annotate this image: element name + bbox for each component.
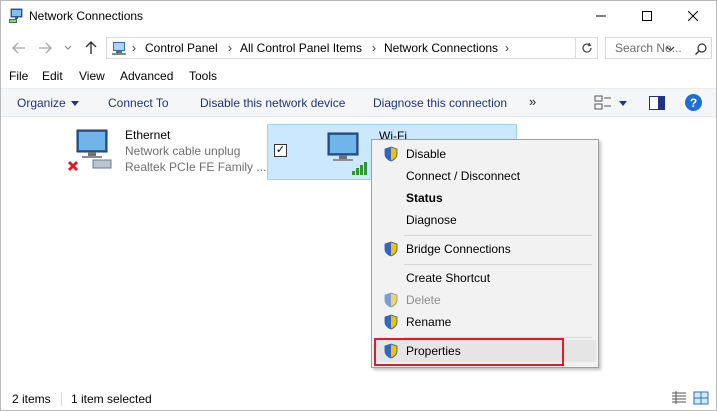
- recent-locations-button[interactable]: [61, 38, 75, 58]
- maximize-icon: [642, 11, 652, 21]
- forward-arrow-icon: [39, 42, 52, 54]
- status-bar: 2 items 1 item selected: [1, 385, 716, 410]
- back-arrow-icon: [12, 42, 25, 54]
- up-arrow-icon: [85, 41, 97, 54]
- menu-tools[interactable]: Tools: [189, 69, 217, 83]
- dropdown-arrow-icon: [70, 101, 79, 107]
- context-menu-label: Disable: [406, 147, 447, 161]
- menu-advanced[interactable]: Advanced: [120, 69, 173, 83]
- connection-status: Network cable unplug: [125, 144, 241, 158]
- maximize-button[interactable]: [624, 1, 670, 31]
- diagnose-connection-button[interactable]: Diagnose this connection: [373, 96, 507, 110]
- change-view-icon[interactable]: [594, 95, 612, 111]
- chevron-down-icon: [64, 45, 72, 50]
- uac-shield-icon: [384, 146, 398, 162]
- window-title: Network Connections: [29, 9, 144, 23]
- context-menu-label: Bridge Connections: [406, 242, 511, 256]
- context-menu-disable[interactable]: Disable: [374, 143, 596, 165]
- search-placeholder: Search Ne...: [615, 41, 682, 55]
- command-bar: Organize Connect To Disable this network…: [1, 88, 716, 117]
- context-menu-label: Connect / Disconnect: [406, 169, 521, 183]
- details-view-icon[interactable]: [671, 391, 687, 405]
- minimize-button[interactable]: [578, 1, 624, 31]
- connection-name: Ethernet: [125, 128, 171, 142]
- breadcrumb-control-panel[interactable]: Control Panel: [145, 41, 218, 55]
- large-icons-view-icon[interactable]: [693, 391, 709, 405]
- context-menu-create-shortcut[interactable]: Create Shortcut: [374, 267, 596, 289]
- selection-checkbox[interactable]: ✓: [274, 144, 287, 157]
- view-options-dropdown[interactable]: [619, 101, 627, 106]
- menu-bar: File Edit View Advanced Tools: [1, 67, 716, 87]
- context-menu-label: Rename: [406, 315, 452, 329]
- connection-device: Realtek PCIe FE Family ...: [125, 160, 267, 174]
- network-connections-window: Network Connections › Control Panel › Al…: [0, 0, 717, 411]
- context-menu-connect-disconnect[interactable]: Connect / Disconnect: [374, 165, 596, 187]
- context-menu-label: Status: [406, 191, 443, 205]
- organize-label: Organize: [17, 96, 66, 110]
- menu-file[interactable]: File: [9, 69, 28, 83]
- organize-button[interactable]: Organize: [17, 96, 79, 110]
- up-button[interactable]: [81, 38, 101, 58]
- control-panel-icon: [112, 42, 126, 55]
- disable-device-button[interactable]: Disable this network device: [200, 96, 345, 110]
- help-icon[interactable]: ?: [685, 94, 702, 111]
- properties-highlight-box: [374, 338, 564, 366]
- connection-ethernet[interactable]: Ethernet Network cable unplug Realtek PC…: [67, 126, 267, 178]
- minimize-icon: [596, 15, 606, 17]
- search-box[interactable]: Search Ne...: [605, 37, 712, 59]
- forward-button[interactable]: [35, 38, 55, 58]
- breadcrumb-separator[interactable]: ›: [372, 41, 376, 55]
- uac-shield-icon: [384, 292, 398, 308]
- selection-count: 1 item selected: [71, 392, 152, 406]
- breadcrumb-network-connections[interactable]: Network Connections: [384, 41, 498, 55]
- address-bar[interactable]: › Control Panel › All Control Panel Item…: [106, 37, 674, 59]
- menu-divider: [404, 235, 592, 236]
- context-menu-label: Delete: [406, 293, 441, 307]
- uac-shield-icon: [384, 241, 398, 257]
- status-divider: [61, 392, 62, 406]
- context-menu-delete: Delete: [374, 289, 596, 311]
- menu-edit[interactable]: Edit: [42, 69, 63, 83]
- refresh-icon: [581, 42, 592, 53]
- breadcrumb-separator[interactable]: ›: [132, 41, 136, 55]
- item-count: 2 items: [12, 392, 51, 406]
- preview-pane-icon[interactable]: [649, 96, 665, 110]
- title-bar: Network Connections: [1, 1, 716, 31]
- wifi-adapter-icon: [327, 132, 367, 175]
- search-icon: [695, 43, 707, 55]
- menu-divider: [404, 264, 592, 265]
- context-menu-rename[interactable]: Rename: [374, 311, 596, 333]
- context-menu-label: Create Shortcut: [406, 271, 491, 285]
- menu-view[interactable]: View: [79, 69, 105, 83]
- context-menu-bridge-connections[interactable]: Bridge Connections: [374, 238, 596, 260]
- context-menu-label: Diagnose: [406, 213, 457, 227]
- breadcrumb-separator[interactable]: ›: [505, 41, 509, 55]
- context-menu-diagnose[interactable]: Diagnose: [374, 209, 596, 231]
- navigation-bar: › Control Panel › All Control Panel Item…: [1, 35, 716, 61]
- context-menu-status[interactable]: Status: [374, 187, 596, 209]
- breadcrumb-all-items[interactable]: All Control Panel Items: [240, 41, 362, 55]
- connections-list: Ethernet Network cable unplug Realtek PC…: [1, 118, 716, 383]
- ethernet-adapter-icon: [67, 129, 112, 172]
- breadcrumb-separator[interactable]: ›: [228, 41, 232, 55]
- more-commands-button[interactable]: »: [529, 94, 536, 109]
- back-button[interactable]: [9, 38, 29, 58]
- context-menu: Disable Connect / Disconnect Status Diag…: [371, 139, 599, 368]
- network-connections-icon: [9, 8, 23, 23]
- close-button[interactable]: [670, 1, 716, 31]
- uac-shield-icon: [384, 314, 398, 330]
- close-icon: [688, 11, 698, 21]
- refresh-button[interactable]: [576, 37, 598, 59]
- connect-to-button[interactable]: Connect To: [108, 96, 169, 110]
